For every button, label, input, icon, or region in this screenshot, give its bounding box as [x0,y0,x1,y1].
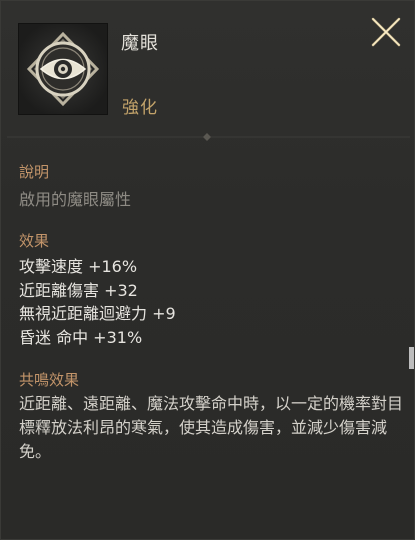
resonance-label: 共鳴效果 [19,371,80,389]
skill-grade: 強化 [122,98,158,118]
effect-melee-damage: 近距離傷害 +32 [19,280,138,300]
description-text: 啟用的魔眼屬性 [19,190,132,209]
close-button[interactable] [369,15,403,49]
effect-list: 攻擊速度 +16% 近距離傷害 +32 無視近距離迴避力 +9 昏迷 命中 +3… [19,255,176,349]
close-icon [371,17,401,47]
effect-label: 效果 [19,232,50,250]
eye-emblem-icon [19,24,107,114]
resonance-text: 近距離、遠距離、魔法攻擊命中時，以一定的機率對目標釋放法利昂的寒氣，使其造成傷害… [19,394,404,461]
effect-stun-hit: 昏迷 命中 +31% [19,327,143,347]
skill-icon-frame [18,23,108,115]
skill-name: 魔眼 [121,33,159,54]
scrollbar-thumb[interactable] [409,347,414,369]
effect-ignore-melee-evasion: 無視近距離迴避力 +9 [19,304,176,323]
section-divider [7,133,410,141]
description-label: 說明 [19,163,50,181]
effect-attack-speed: 攻擊速度 +16% [19,257,138,276]
skill-tooltip: 魔眼 強化 說明 啟用的魔眼屬性 效果 攻擊速度 +16% 近距離傷害 +32 … [0,0,415,540]
